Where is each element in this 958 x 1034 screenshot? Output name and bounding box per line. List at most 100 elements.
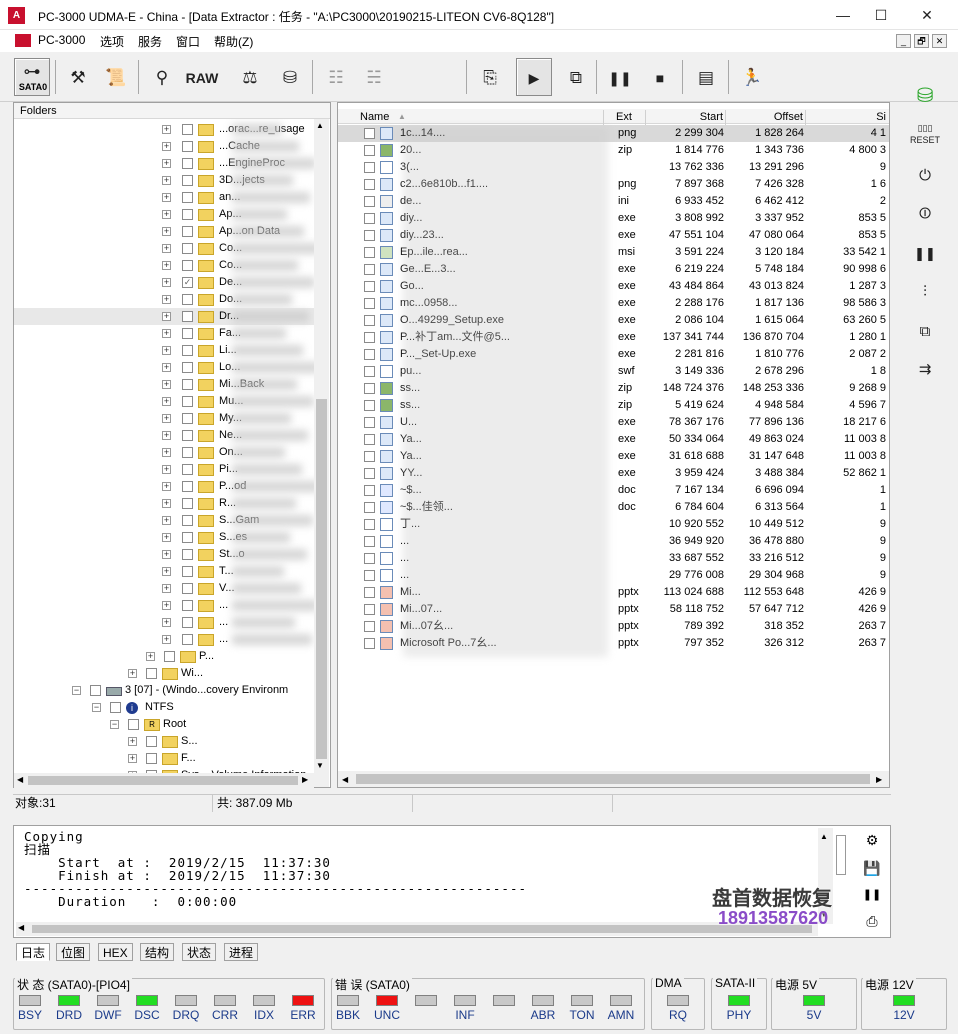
expand-toggle-icon[interactable]: + <box>162 499 171 508</box>
folder-checkbox[interactable]: ✓ <box>182 277 193 288</box>
expand-toggle-icon[interactable]: + <box>162 550 171 559</box>
folder-checkbox[interactable] <box>182 430 193 441</box>
folder-row[interactable]: +S...es <box>14 529 314 546</box>
file-checkbox[interactable] <box>364 230 375 241</box>
file-checkbox[interactable] <box>364 128 375 139</box>
file-checkbox[interactable] <box>364 451 375 462</box>
files-hscroll-thumb[interactable] <box>356 774 870 784</box>
expand-toggle-icon[interactable]: + <box>162 159 171 168</box>
folder-checkbox[interactable] <box>182 481 193 492</box>
mdi-minimize-button[interactable]: _ <box>896 34 911 48</box>
power-signal-icon[interactable]: ⏻ <box>908 160 942 192</box>
folder-checkbox[interactable] <box>182 583 193 594</box>
folder-checkbox[interactable] <box>182 617 193 628</box>
file-checkbox[interactable] <box>364 264 375 275</box>
folder-row[interactable]: +...Cache <box>14 138 314 155</box>
file-checkbox[interactable] <box>364 145 375 156</box>
expand-toggle-icon[interactable]: + <box>162 516 171 525</box>
file-checkbox[interactable] <box>364 179 375 190</box>
signal-chart-icon[interactable]: ⫶ <box>908 276 942 308</box>
file-checkbox[interactable] <box>364 366 375 377</box>
expand-toggle-icon[interactable]: + <box>162 482 171 491</box>
pc3000-menu-icon[interactable] <box>15 34 31 47</box>
filesystem-row[interactable]: − i NTFS <box>14 699 314 716</box>
expand-toggle-icon[interactable]: + <box>162 601 171 610</box>
expand-toggle-icon[interactable]: + <box>162 142 171 151</box>
expand-toggle-icon[interactable]: + <box>128 669 137 678</box>
partition-tool-icon[interactable]: ⚖ <box>232 58 268 96</box>
log-scroll-left-icon[interactable]: ◀ <box>18 923 24 932</box>
scroll-down-arrow-icon[interactable]: ▼ <box>316 761 324 770</box>
folder-row[interactable]: + Pi... <box>14 461 314 478</box>
folder-row[interactable]: + Wi... <box>14 665 314 682</box>
tree-structure-icon[interactable]: ☷ <box>318 58 354 96</box>
folders-scroll-thumb[interactable] <box>316 399 327 759</box>
menu-window[interactable]: 窗口 <box>176 33 200 50</box>
file-checkbox[interactable] <box>364 298 375 309</box>
file-checkbox[interactable] <box>364 196 375 207</box>
folder-checkbox[interactable] <box>182 260 193 271</box>
log-hscroll-thumb[interactable] <box>32 925 812 933</box>
app-logo-icon[interactable]: A <box>8 7 25 24</box>
log-settings-icon[interactable]: ⚙ <box>858 829 886 851</box>
expand-toggle-icon[interactable]: + <box>162 584 171 593</box>
expand-toggle-icon[interactable]: − <box>92 703 101 712</box>
expand-toggle-icon[interactable]: + <box>162 329 171 338</box>
file-checkbox[interactable] <box>364 315 375 326</box>
folder-checkbox[interactable] <box>182 566 193 577</box>
tab-progress[interactable]: 进程 <box>224 943 259 961</box>
folder-row[interactable]: +Mi...Back <box>14 376 314 393</box>
expand-toggle-icon[interactable]: + <box>162 397 171 406</box>
files-scroll-left-arrow-icon[interactable]: ◀ <box>342 775 348 784</box>
tools-icon[interactable]: ⚒ <box>60 58 96 96</box>
file-checkbox[interactable] <box>364 621 375 632</box>
menu-options[interactable]: 选项 <box>100 33 124 50</box>
expand-toggle-icon[interactable]: − <box>110 720 119 729</box>
partition-row[interactable]: − 3 [07] - (Windo...covery Environm <box>14 682 314 699</box>
folder-checkbox[interactable] <box>182 600 193 611</box>
expand-toggle-icon[interactable]: + <box>162 431 171 440</box>
folder-checkbox[interactable] <box>182 226 193 237</box>
column-start[interactable]: Start <box>646 110 726 125</box>
folder-row[interactable]: + On... <box>14 444 314 461</box>
file-checkbox[interactable] <box>364 485 375 496</box>
folder-checkbox[interactable] <box>182 311 193 322</box>
file-checkbox[interactable] <box>364 502 375 513</box>
expand-toggle-icon[interactable]: + <box>162 363 171 372</box>
folder-row[interactable]: + Ap... <box>14 206 314 223</box>
folder-checkbox[interactable] <box>182 634 193 645</box>
file-checkbox[interactable] <box>364 468 375 479</box>
files-scroll-right-arrow-icon[interactable]: ▶ <box>876 775 882 784</box>
expand-toggle-icon[interactable]: + <box>162 278 171 287</box>
pause-button-icon[interactable]: ❚❚ <box>602 58 638 96</box>
root-row[interactable]: − R Root <box>14 716 314 733</box>
windows-stack-icon[interactable]: ▤ <box>688 58 724 96</box>
expand-toggle-icon[interactable]: + <box>162 210 171 219</box>
stop-button-icon[interactable]: ■ <box>642 58 678 96</box>
database-green-icon[interactable]: ⛁ <box>908 80 942 112</box>
connector-icon[interactable]: ⇉ <box>908 354 942 386</box>
right-pause-icon[interactable]: ❚❚ <box>908 238 942 270</box>
log-scroll-up-icon[interactable]: ▲ <box>820 832 828 841</box>
open-task-icon[interactable]: ⎘ <box>472 58 508 96</box>
expand-toggle-icon[interactable]: + <box>162 635 171 644</box>
expand-toggle-icon[interactable]: + <box>162 312 171 321</box>
folder-row[interactable]: +Mu... <box>14 393 314 410</box>
tab-hex[interactable]: HEX <box>98 943 133 961</box>
expand-toggle-icon[interactable]: + <box>162 618 171 627</box>
folder-checkbox[interactable] <box>182 549 193 560</box>
folder-checkbox[interactable] <box>182 158 193 169</box>
log-side-slider[interactable] <box>836 835 846 875</box>
folder-checkbox[interactable] <box>90 685 101 696</box>
folder-checkbox[interactable] <box>182 396 193 407</box>
file-checkbox[interactable] <box>364 638 375 649</box>
folder-row[interactable]: +S...Gam <box>14 512 314 529</box>
folder-checkbox[interactable] <box>182 532 193 543</box>
column-name[interactable]: Name <box>358 110 604 125</box>
expand-toggle-icon[interactable]: + <box>162 295 171 304</box>
folder-row[interactable]: + P... <box>14 648 314 665</box>
folder-row[interactable]: + T... <box>14 563 314 580</box>
folder-row[interactable]: +P...od <box>14 478 314 495</box>
column-ext[interactable]: Ext <box>606 110 646 125</box>
file-checkbox[interactable] <box>364 247 375 258</box>
